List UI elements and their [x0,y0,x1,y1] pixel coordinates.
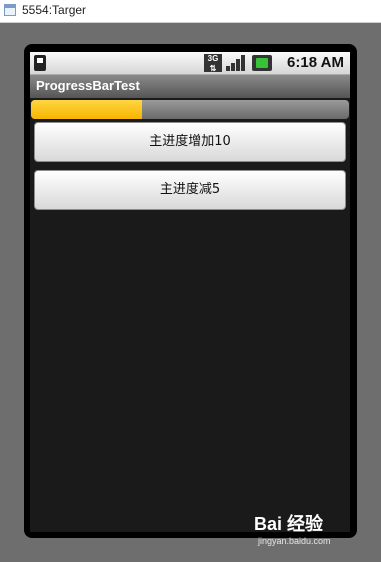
progress-bar-fill [31,100,143,119]
decrease-progress-button[interactable]: 主进度减5 [34,170,346,210]
app-title-bar: ProgressBarTest [30,75,350,98]
signal-strength-icon [226,55,246,71]
network-type-label: 3G [207,54,219,63]
app-title: ProgressBarTest [36,78,140,93]
status-time: 6:18 AM [287,54,344,71]
progress-bar [31,100,349,119]
increase-progress-button[interactable]: 主进度增加10 [34,122,346,162]
emulator-screen: 3G ⇅ 6:18 AM ProgressBarTest 主进度增加10 主进度减… [30,52,350,532]
window-icon [4,4,16,16]
watermark-url: jingyan.baidu.com [258,536,331,546]
window-title: 5554:Targer [22,3,87,17]
window-title-bar: 5554:Targer [0,0,381,23]
watermark-logo: Bai 经验 [254,514,324,534]
battery-icon [252,55,272,71]
sd-card-icon [34,55,46,71]
status-bar: 3G ⇅ 6:18 AM [30,52,350,75]
baidu-watermark: Bai 经验 jingyan.baidu.com [252,510,372,554]
network-3g-icon: 3G ⇅ [204,54,222,73]
